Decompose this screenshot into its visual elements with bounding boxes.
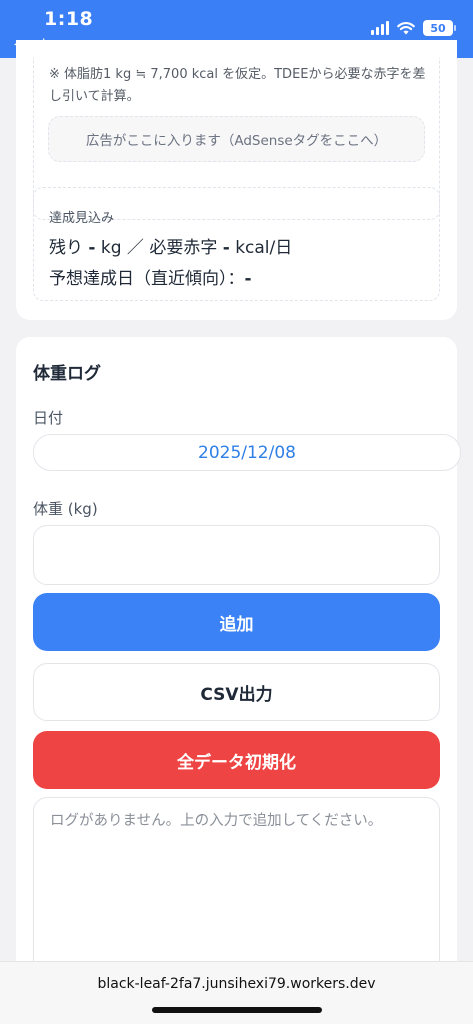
eta-value: - — [244, 269, 252, 289]
url-text: black-leaf-2fa7.junsihexi79.workers.dev — [97, 976, 376, 992]
add-button[interactable]: 追加 — [33, 593, 440, 651]
log-textarea[interactable] — [33, 797, 440, 987]
weight-log-card: 体重ログ 日付 2025/12/08 体重 (kg) 追加 CSV出力 全データ… — [16, 337, 461, 987]
calculation-note: ※ 体脂肪1 kg ≒ 7,700 kcal を仮定。TDEEから必要な赤字を差… — [49, 67, 426, 104]
forecast-label: 達成見込み — [49, 211, 115, 226]
forecast-box: 達成見込み 残り - kg ／ 必要赤字 - kcal/日 予想達成日（直近傾向… — [33, 187, 440, 301]
remaining-prefix: 残り — [49, 238, 83, 258]
deficit-unit: kcal/日 — [235, 238, 293, 258]
battery-icon: 50 — [423, 20, 456, 36]
weight-label: 体重 (kg) — [33, 500, 98, 518]
date-label: 日付 — [33, 409, 64, 427]
date-input[interactable]: 2025/12/08 — [33, 434, 461, 471]
deficit-value: - — [222, 238, 230, 258]
eta-label: 予想達成日（直近傾向）： — [49, 269, 245, 289]
section-title: 体重ログ — [33, 364, 101, 384]
status-icons: 50 — [371, 20, 456, 36]
remaining-unit: kg ／ 必要赤字 — [100, 238, 218, 258]
status-time: 1:18 — [44, 8, 94, 30]
browser-url-bar[interactable]: black-leaf-2fa7.junsihexi79.workers.dev — [0, 961, 473, 1024]
remaining-value: - — [88, 238, 96, 258]
ad-placeholder: 広告がここに入ります（AdSenseタグをここへ） — [48, 116, 425, 162]
calculation-card: ※ 体脂肪1 kg ≒ 7,700 kcal を仮定。TDEEから必要な赤字を差… — [16, 40, 457, 320]
reset-all-button[interactable]: 全データ初期化 — [33, 731, 440, 789]
home-indicator[interactable] — [152, 1007, 322, 1013]
wifi-icon — [397, 22, 415, 35]
remaining-line: 残り - kg ／ 必要赤字 - kcal/日 — [49, 233, 292, 258]
eta-line: 予想達成日（直近傾向）：- — [49, 264, 252, 289]
weight-input[interactable] — [33, 525, 440, 585]
csv-export-button[interactable]: CSV出力 — [33, 663, 440, 721]
cellular-signal-icon — [371, 21, 389, 35]
